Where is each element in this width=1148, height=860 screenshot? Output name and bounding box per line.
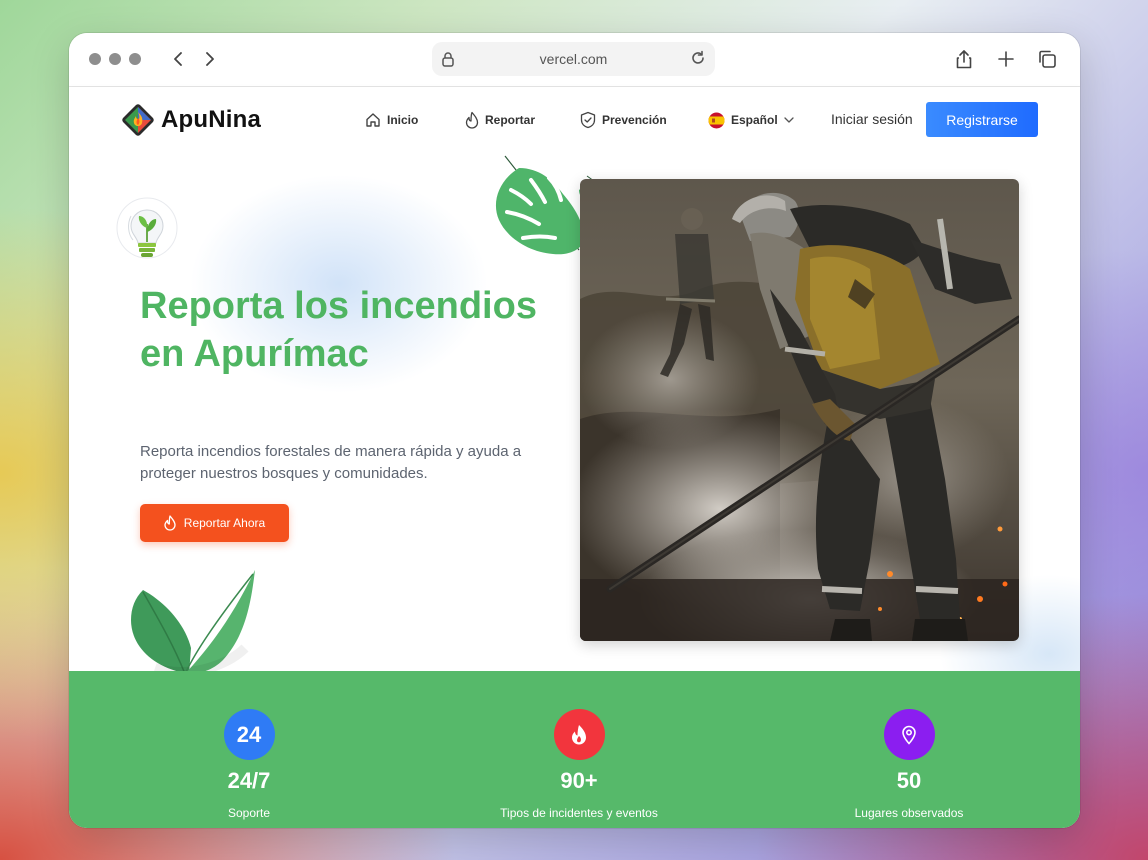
window-dot[interactable] <box>89 53 101 65</box>
stat-label: Tipos de incidentes y eventos <box>500 806 658 820</box>
window-controls <box>89 53 141 65</box>
tabs-icon <box>1039 50 1056 68</box>
language-selector[interactable]: Español <box>708 111 808 129</box>
report-now-button[interactable]: Reportar Ahora <box>140 504 289 542</box>
address-bar[interactable]: vercel.com <box>432 42 715 76</box>
stat-value: 50 <box>896 768 922 793</box>
flame-icon <box>465 111 479 129</box>
main-nav: Inicio Reportar Prevención Español <box>365 111 808 129</box>
flame-icon <box>572 724 586 744</box>
url-text: vercel.com <box>539 51 608 67</box>
chevron-down-icon <box>784 117 794 123</box>
window-dot[interactable] <box>129 53 141 65</box>
stat-badge-fire <box>553 709 605 760</box>
nav-item-prevencion[interactable]: Prevención <box>580 111 708 129</box>
plus-icon <box>998 51 1014 67</box>
lock-icon <box>442 52 454 67</box>
stats-band: 24 24/7 Soporte 90+ Tipos de incidentes … <box>69 671 1080 828</box>
nav-label: Prevención <box>602 113 667 127</box>
share-button[interactable] <box>952 47 976 71</box>
login-link[interactable]: Iniciar sesión <box>831 111 913 127</box>
fire-logo-icon <box>122 104 154 136</box>
stat-label: Soporte <box>227 806 271 820</box>
stat-value: 90+ <box>560 768 598 793</box>
stat-label: Lugares observados <box>854 806 964 820</box>
browser-toolbar: vercel.com <box>69 33 1080 87</box>
brand-logo[interactable]: ApuNina <box>121 103 261 137</box>
stat-places: 50 Lugares observados <box>779 709 1039 820</box>
share-icon <box>956 50 972 69</box>
language-label: Español <box>731 113 778 127</box>
hero-subtitle: Reporta incendios forestales de manera r… <box>140 443 522 482</box>
eco-bulb-illustration <box>116 197 178 259</box>
chevron-right-icon <box>206 52 214 66</box>
stat-support: 24 24/7 Soporte <box>119 709 379 820</box>
hero-section: Reporta los incendios en Apurímac Report… <box>69 154 1080 671</box>
nav-label: Reportar <box>485 113 536 127</box>
stat-value: 24/7 <box>227 768 271 793</box>
reload-icon[interactable] <box>690 50 706 66</box>
home-icon <box>366 113 380 127</box>
shield-icon <box>580 111 596 129</box>
stat-incident-types: 90+ Tipos de incidentes y eventos <box>449 709 709 820</box>
firefighter-photo <box>580 179 1019 641</box>
browser-window: vercel.com ApuNina Inicio Reportar Preve… <box>69 33 1080 828</box>
cta-label: Reportar Ahora <box>183 516 266 530</box>
site-header: ApuNina Inicio Reportar Prevención Españ… <box>69 87 1080 154</box>
stat-badge-location <box>883 709 935 760</box>
chevron-left-icon <box>174 52 182 66</box>
hero-photo-firefighters <box>580 179 1019 641</box>
leaf-illustration <box>131 570 255 671</box>
flame-icon <box>164 515 176 531</box>
window-dot[interactable] <box>109 53 121 65</box>
nav-item-reportar[interactable]: Reportar <box>465 111 580 129</box>
nav-item-inicio[interactable]: Inicio <box>365 111 465 129</box>
map-pin-icon <box>902 725 916 745</box>
spain-flag-icon <box>708 112 725 128</box>
back-button[interactable] <box>168 48 190 70</box>
tabs-overview-button[interactable] <box>1035 47 1059 71</box>
forward-button[interactable] <box>198 48 220 70</box>
stat-badge-24: 24 <box>223 709 275 760</box>
new-tab-button[interactable] <box>994 47 1018 71</box>
hero-title: Reporta los incendios en Apurímac <box>140 285 537 375</box>
nav-label: Inicio <box>387 113 419 127</box>
brand-name: ApuNina <box>161 106 262 133</box>
register-button[interactable]: Registrarse <box>926 102 1038 137</box>
